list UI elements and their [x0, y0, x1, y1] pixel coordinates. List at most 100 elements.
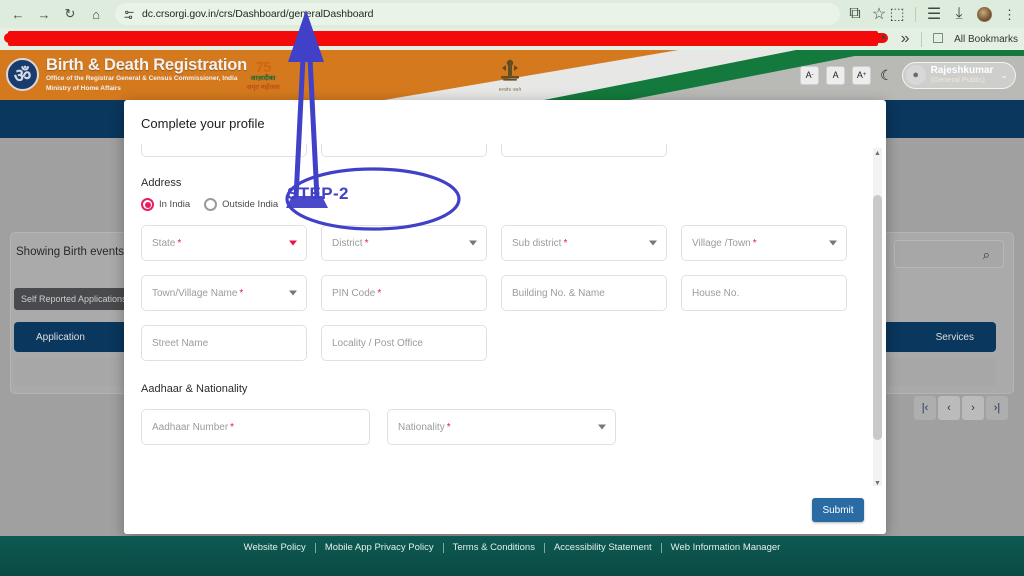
toolbar-divider: [915, 6, 916, 22]
field-town-village-name-label: Town/Village Name: [152, 287, 238, 299]
profile-avatar-icon[interactable]: [977, 6, 992, 22]
address-location-radio-group: In India Outside India: [141, 198, 886, 211]
field-state[interactable]: State *: [141, 225, 307, 261]
extensions-icon[interactable]: ⬚: [889, 6, 904, 23]
chevron-down-icon[interactable]: ⌄: [1000, 70, 1008, 81]
bookmarks-bar-right: ◔ » □ All Bookmarks: [875, 28, 1018, 50]
pagination-prev-button[interactable]: ‹: [938, 396, 960, 420]
field-aadhaar-number[interactable]: Aadhaar Number *: [141, 409, 370, 445]
field-building-no-name-label: Building No. & Name: [512, 287, 605, 299]
site-subtitle-1: Office of the Registrar General & Census…: [46, 75, 238, 83]
font-increase-button[interactable]: A +: [852, 65, 872, 85]
radio-outside-india[interactable]: Outside India: [204, 198, 278, 211]
site-subtitle-2: Ministry of Home Affairs: [46, 85, 121, 93]
field-building-no-name[interactable]: Building No. & Name: [501, 275, 667, 311]
radio-outside-india-control[interactable]: [204, 198, 218, 211]
field-district[interactable]: District *: [321, 225, 487, 261]
scroll-up-arrow-icon[interactable]: ▲: [873, 148, 882, 158]
chevron-down-icon[interactable]: [829, 240, 837, 246]
address-bar[interactable]: dc.crsorgi.gov.in/crs/Dashboard/generalD…: [115, 3, 840, 25]
field-house-no[interactable]: House No.: [681, 275, 847, 311]
chevron-down-icon[interactable]: [469, 240, 477, 246]
bookmarks-overflow-icon[interactable]: »: [898, 30, 912, 47]
reload-icon[interactable]: ↻: [57, 1, 83, 27]
header-controls: A- A A + ☾ ● Rajeshkumar (General Public)…: [800, 58, 1016, 92]
clipped-field-2[interactable]: [321, 144, 487, 157]
applications-label: Application: [36, 331, 85, 343]
user-role: (General Public): [930, 75, 985, 85]
modal-scrollbar-thumb[interactable]: [873, 195, 882, 440]
all-bookmarks-label[interactable]: All Bookmarks: [954, 34, 1018, 45]
emblem-svg: [501, 59, 519, 81]
chevron-down-icon[interactable]: [289, 240, 297, 246]
redaction-mark: [4, 31, 888, 46]
pagination-last-button[interactable]: ›|: [986, 396, 1008, 420]
chevron-down-icon[interactable]: [649, 240, 657, 246]
bookmark-star-icon[interactable]: ☆: [872, 6, 886, 23]
field-sub-district[interactable]: Sub district *: [501, 225, 667, 261]
required-marker: *: [239, 287, 244, 299]
clipped-fields-row: [141, 144, 886, 157]
font-decrease-button[interactable]: A-: [800, 65, 820, 85]
field-nationality-label: Nationality: [398, 421, 445, 433]
user-menu[interactable]: ● Rajeshkumar (General Public) ⌄: [901, 61, 1016, 89]
site-settings-icon[interactable]: [123, 8, 135, 20]
home-icon[interactable]: ⌂: [83, 1, 109, 27]
aadhaar-fields-row: Aadhaar Number * Nationality *: [141, 409, 886, 445]
field-locality-post-office[interactable]: Locality / Post Office: [321, 325, 487, 361]
scroll-down-arrow-icon[interactable]: ▼: [873, 478, 882, 488]
footer-link-website-policy[interactable]: Website Policy: [235, 542, 315, 553]
address-section-label: Address: [141, 177, 182, 189]
downloads-icon[interactable]: ⤓: [952, 5, 966, 22]
field-district-label: District: [332, 237, 363, 249]
chevron-down-icon[interactable]: [598, 424, 606, 430]
field-street-name[interactable]: Street Name: [141, 325, 307, 361]
footer-link-accessibility-statement[interactable]: Accessibility Statement: [545, 542, 661, 553]
radio-outside-india-label: Outside India: [222, 199, 279, 210]
pagination-next-button[interactable]: ›: [962, 396, 984, 420]
forward-icon[interactable]: →: [31, 1, 57, 27]
pagination-first-button[interactable]: |‹: [914, 396, 936, 420]
address-fields-row-2: Town/Village Name * PIN Code * Building …: [141, 275, 886, 311]
services-label: Services: [935, 331, 974, 343]
required-marker: *: [446, 421, 451, 433]
field-village-town[interactable]: Village /Town *: [681, 225, 847, 261]
clipped-field-3[interactable]: [501, 144, 667, 157]
back-icon[interactable]: ←: [5, 1, 31, 27]
font-normal-button[interactable]: A: [826, 65, 846, 85]
reading-list-icon[interactable]: ☰: [927, 6, 941, 23]
bookmarks-folder-icon[interactable]: □: [931, 30, 945, 47]
required-marker: *: [230, 421, 235, 433]
emblem-label: सत्यमेव जयते: [498, 87, 522, 92]
footer-link-mobile-app-privacy-policy[interactable]: Mobile App Privacy Policy: [316, 542, 443, 553]
field-pin-code-label: PIN Code: [332, 287, 376, 299]
footer-link-web-information-manager[interactable]: Web Information Manager: [662, 542, 790, 553]
submit-button[interactable]: Submit: [812, 498, 864, 522]
browser-menu-icon[interactable]: ⋮: [1003, 8, 1016, 21]
dark-mode-icon[interactable]: ☾: [880, 67, 893, 84]
tab-self-reported-applications[interactable]: Self Reported Applications: [14, 288, 134, 310]
omnibox-actions: ⧉ ☆: [848, 5, 890, 23]
footer-link-terms-conditions[interactable]: Terms & Conditions: [444, 542, 544, 553]
azadi-75-text: 75: [255, 59, 272, 77]
field-village-town-label: Village /Town: [692, 237, 751, 249]
field-pin-code[interactable]: PIN Code *: [321, 275, 487, 311]
user-info: Rajeshkumar (General Public): [931, 65, 994, 84]
field-street-name-label: Street Name: [152, 337, 209, 349]
footer-links: Website Policy Mobile App Privacy Policy…: [235, 542, 790, 553]
radio-in-india-control[interactable]: [141, 198, 154, 211]
field-town-village-name[interactable]: Town/Village Name *: [141, 275, 307, 311]
field-locality-post-office-label: Locality / Post Office: [332, 337, 423, 349]
cast-icon[interactable]: ⧉: [848, 5, 862, 22]
radio-in-india[interactable]: In India: [141, 198, 190, 211]
modal-title: Complete your profile: [141, 116, 265, 131]
clipped-field-1[interactable]: [141, 144, 307, 157]
search-icon[interactable]: ⌕: [983, 247, 990, 263]
globe-icon[interactable]: ◔: [875, 30, 889, 47]
chevron-down-icon[interactable]: [289, 290, 297, 296]
annotation-step-label: STEP-2: [287, 184, 349, 203]
required-marker: *: [177, 237, 182, 249]
field-nationality[interactable]: Nationality *: [387, 409, 616, 445]
required-marker: *: [563, 237, 568, 249]
bookmarks-divider: [921, 31, 923, 47]
